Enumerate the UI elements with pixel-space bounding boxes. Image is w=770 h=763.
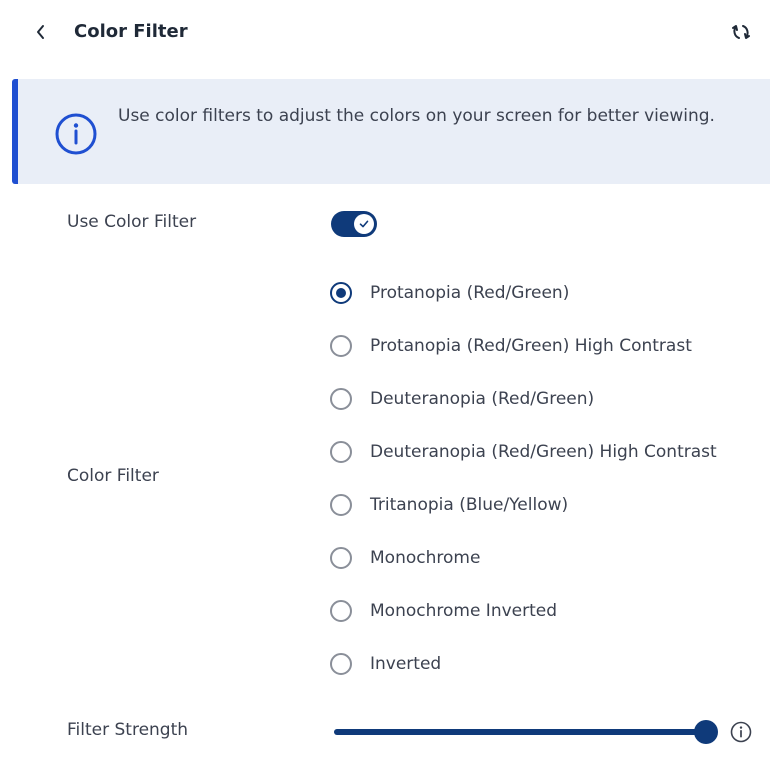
back-button[interactable] xyxy=(28,16,54,48)
radio-button[interactable] xyxy=(330,281,352,304)
info-icon xyxy=(730,721,752,743)
radio-monochrome[interactable]: Monochrome xyxy=(330,531,770,584)
radio-label: Protanopia (Red/Green) xyxy=(370,282,570,303)
filter-strength-slider[interactable] xyxy=(334,720,718,744)
use-color-filter-label: Use Color Filter xyxy=(67,212,197,232)
header: Color Filter xyxy=(0,0,770,64)
filter-strength-label: Filter Strength xyxy=(67,720,189,740)
radio-button[interactable] xyxy=(330,599,352,622)
page-title: Color Filter xyxy=(74,21,188,42)
radio-tritanopia[interactable]: Tritanopia (Blue/Yellow) xyxy=(330,478,770,531)
info-text: Use color filters to adjust the colors o… xyxy=(118,106,715,126)
reset-button[interactable] xyxy=(726,17,756,47)
radio-button[interactable] xyxy=(330,387,352,410)
radio-label: Deuteranopia (Red/Green) xyxy=(370,388,595,409)
radio-label: Deuteranopia (Red/Green) High Contrast xyxy=(370,441,717,462)
radio-button[interactable] xyxy=(330,493,352,516)
reset-icon xyxy=(732,25,750,39)
radio-label: Tritanopia (Blue/Yellow) xyxy=(370,494,569,515)
use-color-filter-toggle[interactable] xyxy=(331,211,377,237)
toggle-knob xyxy=(354,214,374,234)
color-filter-label: Color Filter xyxy=(67,466,159,486)
radio-inverted[interactable]: Inverted xyxy=(330,637,770,690)
radio-label: Inverted xyxy=(370,653,442,674)
radio-button[interactable] xyxy=(330,334,352,357)
radio-monochrome-inverted[interactable]: Monochrome Inverted xyxy=(330,584,770,637)
radio-button[interactable] xyxy=(330,652,352,675)
radio-label: Protanopia (Red/Green) High Contrast xyxy=(370,335,692,356)
radio-button[interactable] xyxy=(330,546,352,569)
info-icon xyxy=(55,113,97,155)
filter-strength-info-button[interactable] xyxy=(729,720,753,744)
chevron-left-icon xyxy=(37,25,44,39)
radio-deuteranopia-high-contrast[interactable]: Deuteranopia (Red/Green) High Contrast xyxy=(330,425,770,478)
radio-label: Monochrome xyxy=(370,547,481,568)
radio-protanopia-high-contrast[interactable]: Protanopia (Red/Green) High Contrast xyxy=(330,319,770,372)
info-banner: Use color filters to adjust the colors o… xyxy=(12,79,770,184)
radio-button[interactable] xyxy=(330,440,352,463)
radio-protanopia[interactable]: Protanopia (Red/Green) xyxy=(330,266,770,319)
slider-thumb[interactable] xyxy=(694,720,718,744)
check-icon xyxy=(359,220,369,228)
radio-deuteranopia[interactable]: Deuteranopia (Red/Green) xyxy=(330,372,770,425)
color-filter-options: Protanopia (Red/Green) Protanopia (Red/G… xyxy=(330,266,770,690)
slider-fill xyxy=(334,729,706,735)
radio-label: Monochrome Inverted xyxy=(370,600,558,621)
